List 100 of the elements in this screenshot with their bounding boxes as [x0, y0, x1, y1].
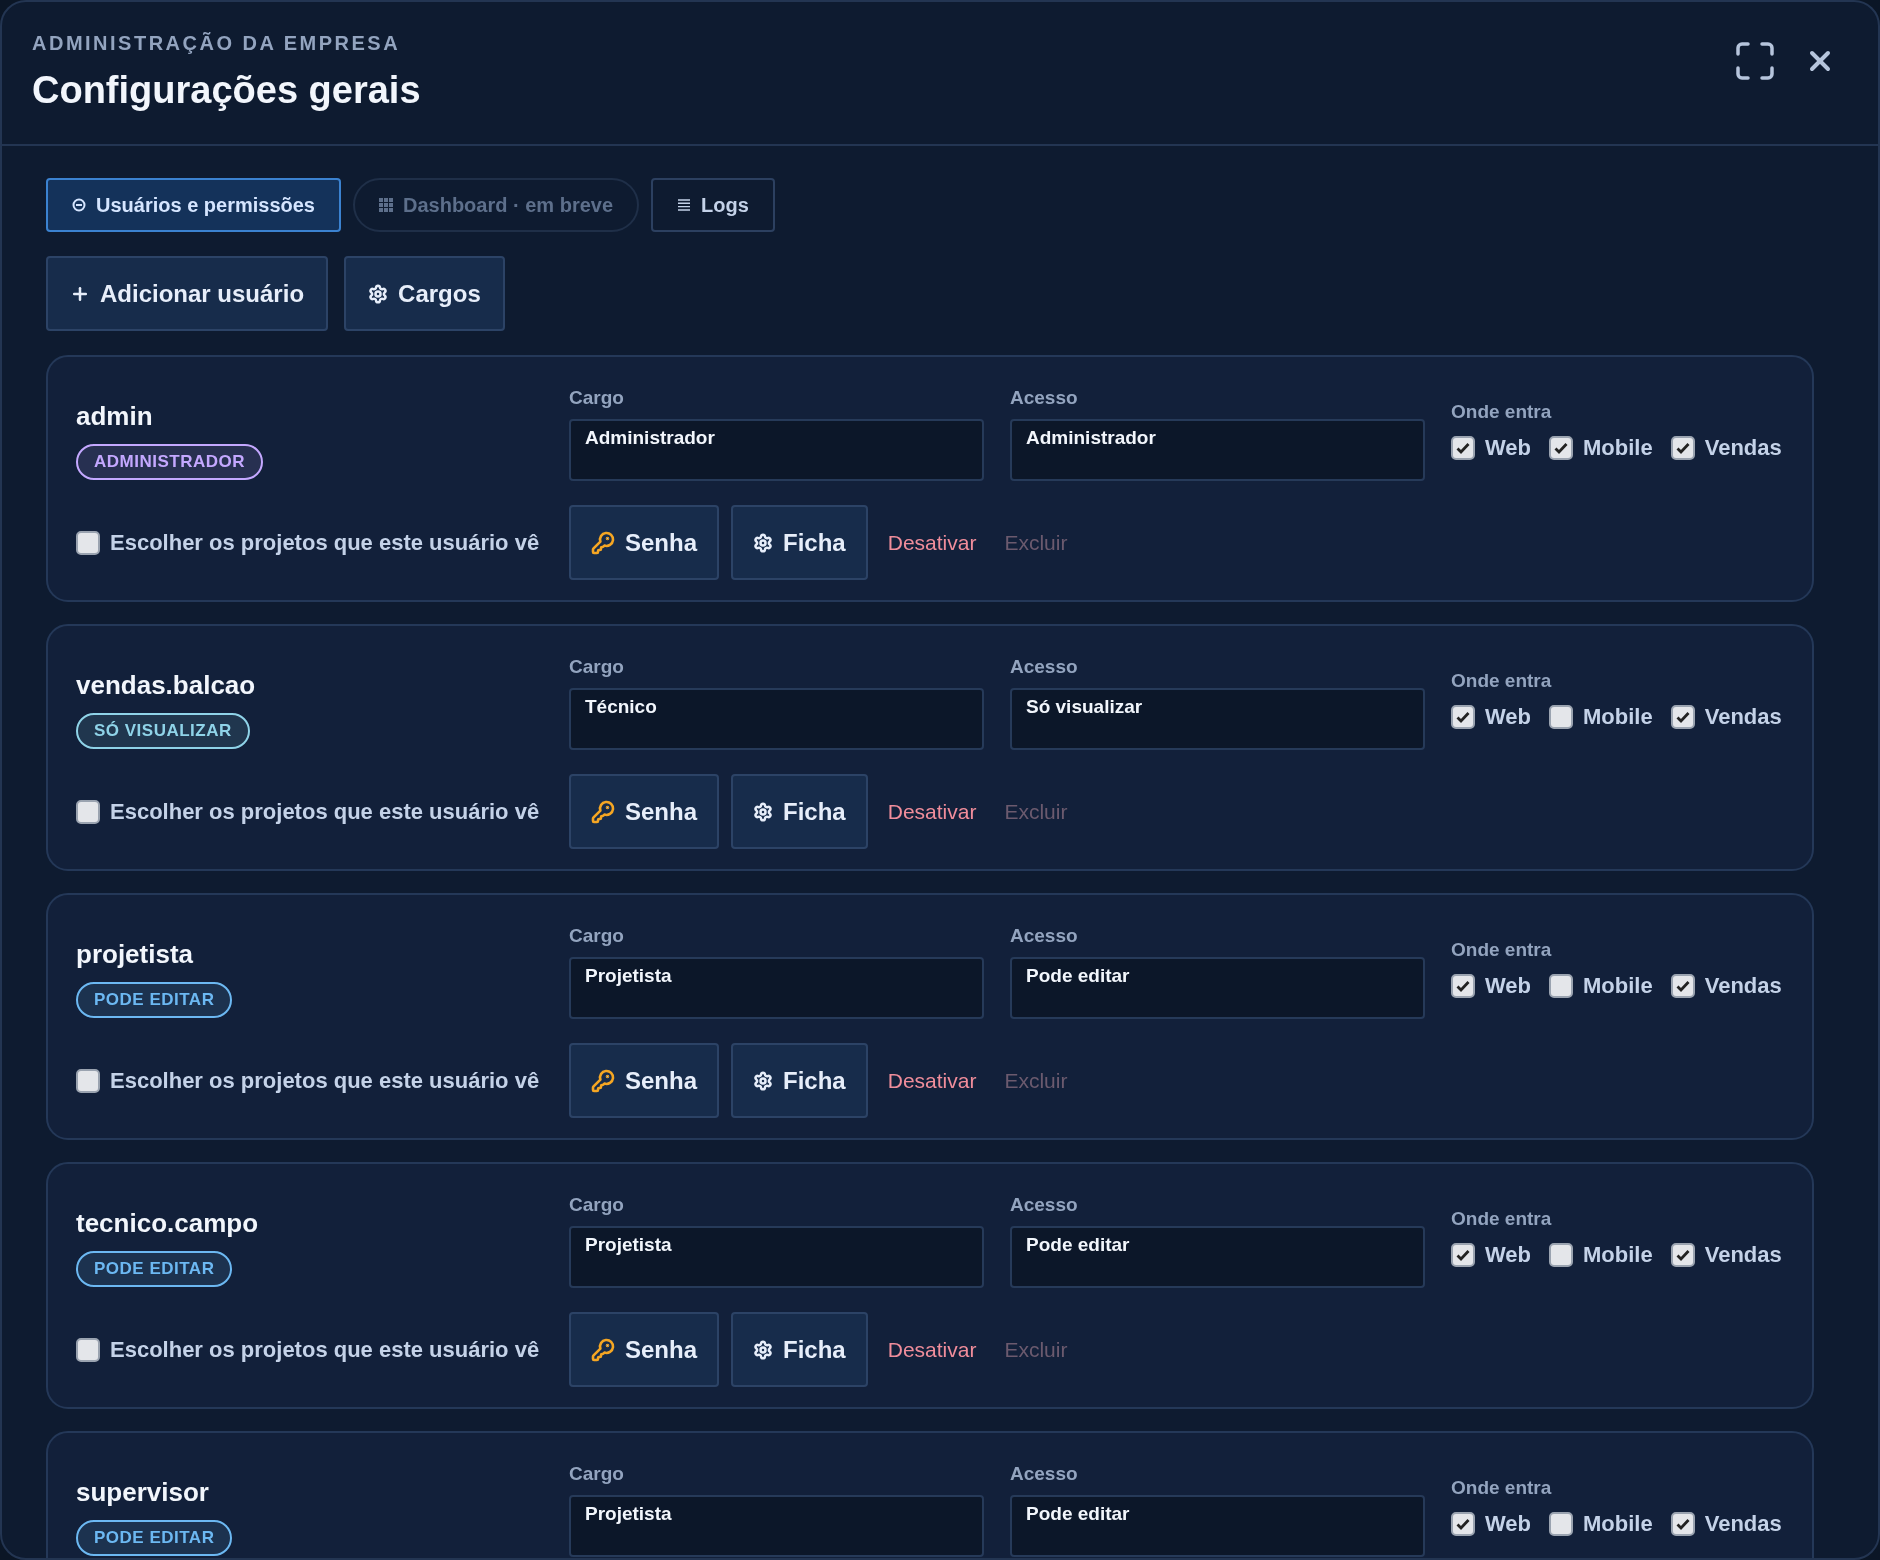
checkbox-label: Mobile: [1583, 435, 1653, 461]
profile-button[interactable]: Ficha: [731, 1312, 868, 1387]
checkbox-label: Mobile: [1583, 1242, 1653, 1268]
role-select[interactable]: Projetista: [569, 1226, 984, 1288]
checkmark-icon: [1455, 709, 1471, 725]
settings-icon: [368, 283, 389, 304]
checkbox[interactable]: [1451, 1512, 1475, 1536]
access-select[interactable]: Só visualizar: [1010, 688, 1425, 750]
field-label: Cargo: [569, 1463, 625, 1485]
deactivate-link[interactable]: Desativar: [879, 799, 985, 824]
access-select[interactable]: Pode editar: [1010, 1495, 1425, 1557]
deactivate-link[interactable]: Desativar: [879, 1337, 985, 1362]
checkbox[interactable]: [1549, 436, 1574, 460]
checkmark-icon: [1455, 1516, 1471, 1532]
checkbox-label: Mobile: [1583, 1511, 1653, 1537]
checkbox-label: Vendas: [1704, 1242, 1782, 1268]
settings-icon: [753, 1339, 774, 1360]
deactivate-link[interactable]: Desativar: [879, 530, 985, 555]
field-label: Acesso: [1010, 656, 1079, 678]
field-label: Cargo: [569, 656, 625, 678]
user-name: tecnico.campo: [76, 1208, 259, 1239]
access-select[interactable]: Pode editar: [1010, 1226, 1425, 1288]
checkbox-label: Web: [1485, 1242, 1532, 1268]
checkbox[interactable]: [76, 799, 100, 824]
checkbox[interactable]: [1451, 436, 1475, 460]
add-user-button[interactable]: Adicionar usuário: [46, 256, 329, 331]
dialog-title: Configurações gerais: [32, 69, 421, 112]
tab[interactable]: Logs: [651, 178, 775, 232]
circle-icon: [72, 198, 86, 212]
access-badge: PODE EDITAR: [76, 982, 233, 1018]
checkmark-icon: [1674, 440, 1691, 456]
tab[interactable]: Usuários e permissões: [46, 178, 341, 232]
profile-button[interactable]: Ficha: [731, 1043, 868, 1118]
checkbox-label: Web: [1485, 1511, 1532, 1537]
access-select[interactable]: Administrador: [1010, 419, 1425, 481]
checkbox-label: Escolher os projetos que este usuário vê: [110, 1067, 540, 1094]
checkbox-label: Mobile: [1583, 704, 1653, 730]
key-icon: [591, 1068, 615, 1093]
role-select[interactable]: Administrador: [569, 419, 984, 481]
field-label: Onde entra: [1451, 670, 1553, 692]
field-label: Acesso: [1010, 1463, 1079, 1485]
access-select[interactable]: Pode editar: [1010, 957, 1425, 1019]
checkbox-label: Escolher os projetos que este usuário vê: [110, 1336, 540, 1363]
user-name: projetista: [76, 939, 194, 970]
user-name: vendas.balcao: [76, 670, 256, 701]
field-label: Onde entra: [1451, 1477, 1553, 1499]
checkbox[interactable]: [1549, 1243, 1574, 1267]
checkbox[interactable]: [76, 1337, 100, 1362]
dialog-eyebrow: ADMINISTRAÇÃO DA EMPRESA: [32, 32, 402, 55]
settings-icon: [753, 532, 774, 553]
list-icon: [677, 198, 692, 212]
field-label: Acesso: [1010, 387, 1079, 409]
field-label: Acesso: [1010, 925, 1079, 947]
password-button[interactable]: Senha: [569, 505, 720, 580]
key-icon: [591, 799, 615, 824]
checkbox[interactable]: [1451, 974, 1475, 998]
checkbox[interactable]: [1549, 1512, 1574, 1536]
profile-button[interactable]: Ficha: [731, 774, 868, 849]
password-button[interactable]: Senha: [569, 1043, 720, 1118]
checkbox-label: Escolher os projetos que este usuário vê: [110, 798, 540, 825]
checkbox[interactable]: [1670, 1243, 1695, 1267]
settings-icon: [753, 801, 774, 822]
field-label: Onde entra: [1451, 1208, 1553, 1230]
checkbox[interactable]: [1670, 436, 1695, 460]
password-button[interactable]: Senha: [569, 774, 720, 849]
checkmark-icon: [1674, 1247, 1691, 1263]
role-select[interactable]: Projetista: [569, 1495, 984, 1557]
checkbox[interactable]: [1549, 974, 1574, 998]
checkbox-label: Vendas: [1704, 973, 1782, 999]
user-name: admin: [76, 401, 153, 432]
key-icon: [591, 530, 615, 555]
role-select[interactable]: Técnico: [569, 688, 984, 750]
roles-button[interactable]: Cargos: [344, 256, 505, 331]
checkbox-label: Escolher os projetos que este usuário vê: [110, 529, 540, 556]
checkbox[interactable]: [1670, 974, 1695, 998]
fullscreen-icon[interactable]: [1736, 42, 1774, 80]
password-button[interactable]: Senha: [569, 1312, 720, 1387]
access-badge: PODE EDITAR: [76, 1520, 233, 1556]
profile-button[interactable]: Ficha: [731, 505, 868, 580]
checkbox-label: Web: [1485, 435, 1532, 461]
checkbox[interactable]: [1451, 1243, 1475, 1267]
checkbox[interactable]: [76, 530, 100, 555]
access-badge: ADMINISTRADOR: [76, 444, 263, 480]
checkbox[interactable]: [1670, 1512, 1695, 1536]
field-label: Onde entra: [1451, 939, 1553, 961]
checkbox-label: Mobile: [1583, 973, 1653, 999]
checkmark-icon: [1455, 978, 1471, 994]
checkbox[interactable]: [1549, 705, 1574, 729]
field-label: Cargo: [569, 387, 625, 409]
checkbox[interactable]: [1670, 705, 1695, 729]
deactivate-link[interactable]: Desativar: [879, 1068, 985, 1093]
field-label: Onde entra: [1451, 401, 1553, 423]
checkbox[interactable]: [76, 1068, 100, 1093]
user-name: supervisor: [76, 1477, 209, 1508]
grid-icon: [379, 198, 393, 212]
role-select[interactable]: Projetista: [569, 957, 984, 1019]
field-label: Acesso: [1010, 1194, 1079, 1216]
checkbox[interactable]: [1451, 705, 1475, 729]
checkmark-icon: [1455, 1247, 1471, 1263]
checkbox-label: Vendas: [1704, 1511, 1782, 1537]
